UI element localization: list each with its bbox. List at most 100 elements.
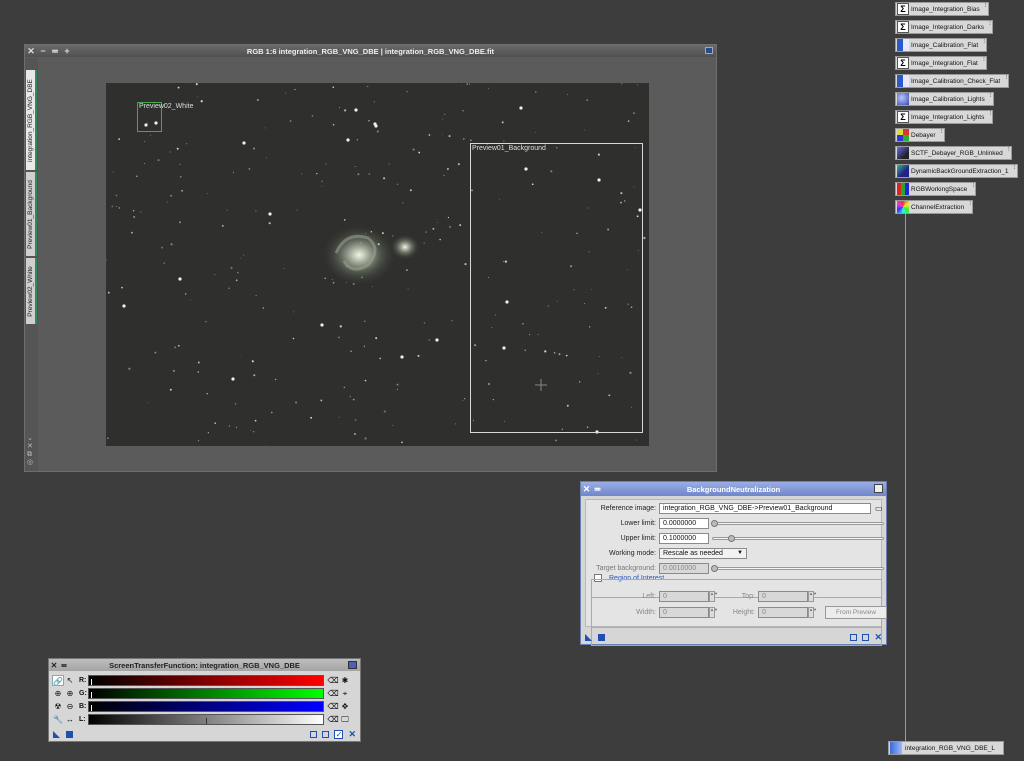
bn-titlebar[interactable]: ✕ ≖ BackgroundNeutralization bbox=[581, 482, 886, 496]
drag-handle-icon[interactable]: ⁝ bbox=[989, 21, 991, 27]
channel-l-bar[interactable] bbox=[88, 713, 324, 725]
height-field[interactable]: 0 bbox=[758, 607, 808, 618]
view-tool-icons[interactable]: ⌄ ✕ ⧉ ◎ bbox=[27, 435, 33, 467]
image-window-titlebar[interactable]: ✕ − ≖ + RGB 1:6 integration_RGB_VNG_DBE … bbox=[25, 45, 716, 57]
shadow-marker[interactable] bbox=[91, 704, 92, 711]
horizontal-arrows-icon[interactable]: ↔ bbox=[64, 714, 76, 725]
reset-channel-icon[interactable]: ⌫ bbox=[327, 675, 339, 686]
close-icon[interactable]: ✕ bbox=[25, 45, 37, 57]
select-view-icon[interactable]: ▭ bbox=[875, 504, 883, 513]
spin-arrows-icon[interactable]: ▲▼ bbox=[808, 591, 817, 602]
drag-handle-icon[interactable]: ⁝ bbox=[989, 111, 991, 117]
auto-stretch-icon[interactable]: ☢ bbox=[52, 701, 64, 712]
drag-handle-icon[interactable]: ⁝ bbox=[990, 93, 992, 99]
width-field[interactable]: 0 bbox=[659, 607, 709, 618]
tab-preview02-white[interactable]: Preview02_White bbox=[26, 258, 37, 324]
pointer-icon[interactable]: ↖ bbox=[64, 675, 76, 686]
link-channels-icon[interactable]: 🔗 bbox=[52, 674, 64, 686]
left-field[interactable]: 0 bbox=[659, 591, 709, 602]
apply-icon[interactable] bbox=[850, 633, 858, 641]
reference-image-field[interactable]: integration_RGB_VNG_DBE->Preview01_Backg… bbox=[659, 503, 871, 514]
upper-limit-slider[interactable] bbox=[712, 535, 884, 542]
stf-dialog[interactable]: ✕ ≖ ScreenTransferFunction: integration_… bbox=[48, 658, 361, 742]
check-icon[interactable]: ✓ bbox=[334, 729, 344, 739]
slider-knob[interactable] bbox=[728, 535, 735, 542]
process-icon[interactable]: Σ Image_Integration_Lights ⁝ bbox=[895, 110, 994, 124]
tab-main-view[interactable]: integration_RGB_VNG_DBE bbox=[26, 70, 37, 170]
image-window[interactable]: ✕ − ≖ + RGB 1:6 integration_RGB_VNG_DBE … bbox=[24, 44, 717, 472]
channel-b-bar[interactable] bbox=[88, 700, 324, 712]
new-instance-icon[interactable] bbox=[585, 633, 592, 641]
reset-icon[interactable]: ✕ bbox=[874, 632, 882, 643]
move-icon[interactable]: ✥ bbox=[339, 701, 351, 712]
link-icon[interactable]: ⌄ bbox=[27, 435, 33, 443]
channel-r-bar[interactable] bbox=[88, 674, 324, 686]
drag-handle-icon[interactable]: ⁝ bbox=[969, 201, 971, 207]
pin-icon[interactable] bbox=[874, 484, 883, 493]
minimize-icon[interactable]: − bbox=[37, 45, 49, 57]
preview01-background-box[interactable] bbox=[470, 143, 643, 433]
from-preview-button[interactable]: From Preview bbox=[825, 606, 887, 619]
process-icon[interactable]: SCTF_Debayer_RGB_Unlinked ⁝ bbox=[895, 146, 1012, 160]
reset-channel-icon[interactable]: ⌫ bbox=[327, 714, 339, 725]
process-icon[interactable]: Σ Image_Integration_Bias ⁝ bbox=[895, 2, 989, 16]
drag-handle-icon[interactable]: ⁝ bbox=[972, 183, 974, 189]
new-instance-icon[interactable] bbox=[53, 730, 60, 738]
midtone-marker[interactable] bbox=[206, 717, 207, 724]
image-viewport[interactable]: Preview02_White Preview01_Background bbox=[106, 83, 649, 446]
process-icon[interactable]: Σ Image_Integration_Flat ⁝ bbox=[895, 56, 987, 70]
process-icon[interactable]: Image_Calibration_Check_Flat ⁝ bbox=[895, 74, 1010, 88]
drag-handle-icon[interactable]: ⁝ bbox=[985, 3, 987, 9]
shade-icon[interactable]: ≖ bbox=[592, 484, 603, 495]
copy-icon[interactable]: ⧉ bbox=[27, 451, 33, 459]
shade-icon[interactable]: ≖ bbox=[49, 45, 61, 57]
tab-preview01-background[interactable]: Preview01_Background bbox=[26, 172, 37, 256]
process-icon[interactable]: Image_Calibration_Flat ⁝ bbox=[895, 38, 988, 52]
iconize-icon[interactable]: + bbox=[61, 45, 73, 57]
shade-icon[interactable]: ≖ bbox=[59, 661, 69, 670]
wrench-icon[interactable]: 🔧 bbox=[52, 714, 64, 725]
zoom-icon[interactable]: ⊕ bbox=[52, 688, 64, 699]
cross-icon[interactable]: ✕ bbox=[27, 443, 33, 451]
top-field[interactable]: 0 bbox=[758, 591, 808, 602]
process-icon[interactable]: Debayer ⁝ bbox=[895, 128, 945, 142]
drag-handle-icon[interactable]: ⁝ bbox=[983, 57, 985, 63]
reset-icon[interactable]: ✕ bbox=[348, 729, 356, 740]
working-mode-select[interactable]: Rescale as needed ▼ bbox=[659, 548, 747, 559]
apply-icon[interactable] bbox=[310, 730, 318, 738]
slider-knob[interactable] bbox=[711, 520, 718, 527]
zoom-in-icon[interactable]: ⊕ bbox=[64, 688, 76, 699]
process-icon[interactable]: ChannelExtraction ⁝ bbox=[895, 200, 974, 214]
close-icon[interactable]: ✕ bbox=[49, 661, 59, 670]
monitor-icon[interactable]: 🖵 bbox=[339, 714, 351, 725]
image-icon-integration-l[interactable]: integration_RGB_VNG_DBE_L bbox=[888, 741, 1004, 755]
drag-handle-icon[interactable]: ⁝ bbox=[1014, 165, 1016, 171]
stf-titlebar[interactable]: ✕ ≖ ScreenTransferFunction: integration_… bbox=[49, 659, 360, 671]
spin-arrows-icon[interactable]: ▲▼ bbox=[808, 607, 817, 618]
slider-knob[interactable] bbox=[711, 565, 718, 572]
process-icon[interactable]: DynamicBackGroundExtraction_1 ⁝ bbox=[895, 164, 1018, 178]
process-icon[interactable]: RGBWorkingSpace ⁝ bbox=[895, 182, 977, 196]
background-neutralization-dialog[interactable]: ✕ ≖ BackgroundNeutralization Reference i… bbox=[580, 481, 887, 646]
reset-channel-icon[interactable]: ⌫ bbox=[327, 701, 339, 712]
apply-global-icon[interactable] bbox=[66, 730, 73, 738]
documentation-icon[interactable] bbox=[862, 633, 870, 641]
upper-limit-field[interactable]: 0.1000000 bbox=[659, 533, 709, 544]
target-icon[interactable]: ◎ bbox=[27, 459, 33, 467]
drag-handle-icon[interactable]: ⁝ bbox=[941, 129, 943, 135]
apply-global-icon[interactable] bbox=[598, 633, 605, 641]
pin-icon[interactable] bbox=[348, 661, 357, 669]
documentation-icon[interactable] bbox=[322, 730, 330, 738]
shadow-marker[interactable] bbox=[91, 678, 92, 685]
reset-channel-icon[interactable]: ⌫ bbox=[327, 688, 339, 699]
drag-handle-icon[interactable]: ⁝ bbox=[1005, 75, 1007, 81]
crosshair-icon[interactable]: ⌖ bbox=[339, 688, 351, 699]
gear-icon[interactable]: ✱ bbox=[339, 675, 351, 686]
lower-limit-field[interactable]: 0.0000000 bbox=[659, 518, 709, 529]
shadow-marker[interactable] bbox=[91, 691, 92, 698]
zoom-out-icon[interactable]: ⊖ bbox=[64, 701, 76, 712]
process-icon[interactable]: Image_Calibration_Lights ⁝ bbox=[895, 92, 994, 106]
lower-limit-slider[interactable] bbox=[711, 520, 884, 527]
target-background-field[interactable]: 0.0010000 bbox=[659, 563, 709, 574]
drag-handle-icon[interactable]: ⁝ bbox=[1008, 147, 1010, 153]
